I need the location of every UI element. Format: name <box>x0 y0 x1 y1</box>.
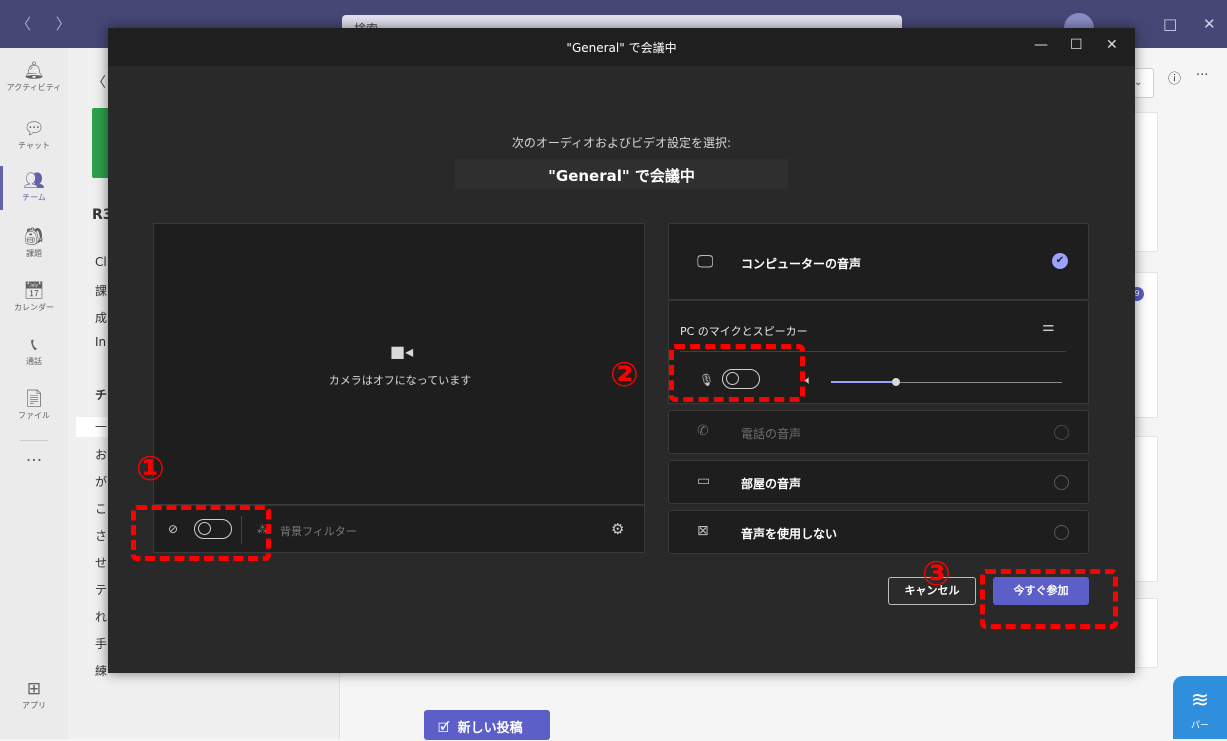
volume-thumb[interactable] <box>891 378 900 386</box>
minimize-icon[interactable]: — <box>1034 37 1048 53</box>
rail-label-apps: アプリ <box>22 701 46 710</box>
audio-option-label: コンピューターの音声 <box>741 257 862 271</box>
annotation-box-join <box>980 569 1118 629</box>
close-window-icon[interactable]: ✕ <box>1203 15 1216 33</box>
file-icon: 📄︎ <box>23 389 45 409</box>
rail-item-apps[interactable]: ⊞ アプリ <box>0 674 68 732</box>
camera-off-message: カメラはオフになっています <box>328 374 472 387</box>
rail-item-assignments[interactable]: 🎒︎ 課題 <box>0 222 68 280</box>
channel-list-item[interactable]: こ <box>95 500 107 517</box>
audio-option-radio[interactable] <box>1054 525 1069 540</box>
assignments-icon: 🎒︎ <box>23 227 45 247</box>
teams-icon: 👥︎ <box>23 171 45 191</box>
camera-off-icon: ■◂ <box>390 342 414 361</box>
volume-slider[interactable] <box>831 378 1062 386</box>
new-post-label: 新しい投稿 <box>457 721 523 736</box>
dialog-title-bar: "General" で会議中 — ☐ ✕ <box>108 28 1135 66</box>
audio-option-room[interactable]: ▭ 部屋の音声 <box>668 460 1089 504</box>
audio-option-label: 音声を使用しない <box>741 527 838 541</box>
wave-icon: ≋ <box>1190 688 1210 713</box>
audio-option-computer[interactable]: 🖵 コンピューターの音声 ✔ <box>668 223 1089 300</box>
rail-item-activity[interactable]: 🔔︎ アクティビティ <box>0 56 68 114</box>
rail-item-chat[interactable]: 💬︎ チャット <box>0 114 68 172</box>
background-filter-button[interactable]: 背景フィルター <box>280 523 357 539</box>
channel-list-item[interactable]: れ <box>95 608 107 625</box>
rail-item-calendar[interactable]: 📅︎ カレンダー <box>0 276 68 334</box>
bell-icon: 🔔︎ <box>23 61 45 81</box>
channel-list-item[interactable]: せ <box>95 554 107 571</box>
meeting-title-box: "General" で会議中 <box>455 159 788 189</box>
rail-label-chat: チャット <box>18 141 50 150</box>
no-audio-icon: ⊠ <box>697 523 709 539</box>
more-options-icon[interactable]: ··· <box>1196 68 1208 83</box>
channel-list-item[interactable]: が <box>95 473 107 490</box>
more-icon: ··· <box>25 451 43 471</box>
sliders-adjust-icon[interactable]: ⚌ <box>1042 319 1055 335</box>
channel-list-item[interactable]: お <box>95 446 107 463</box>
channel-list-item[interactable]: 手 <box>95 635 107 652</box>
rail-label-activity: アクティビティ <box>6 83 62 92</box>
channel-peek[interactable]: 成 <box>95 309 107 326</box>
phone-icon: 📞︎ <box>31 335 37 355</box>
phone-audio-icon: ✆ <box>697 423 709 439</box>
corner-widget[interactable]: ≋ パー <box>1173 676 1227 739</box>
channel-list-item[interactable]: — <box>95 419 107 433</box>
history-nav-arrows[interactable]: 〈 〉 <box>16 13 81 34</box>
info-icon[interactable]: ⓘ <box>1168 68 1181 87</box>
rail-item-more[interactable]: ··· <box>0 446 68 504</box>
dialog-title: "General" で会議中 <box>566 41 677 55</box>
back-arrow-icon[interactable]: 〈 <box>92 72 106 92</box>
audio-option-label: 電話の音声 <box>741 427 802 441</box>
new-post-button[interactable]: 🗹 新しい投稿 <box>424 710 550 740</box>
rail-item-files[interactable]: 📄︎ ファイル <box>0 384 68 442</box>
audio-option-none[interactable]: ⊠ 音声を使用しない <box>668 510 1089 554</box>
annotation-box-camera <box>131 505 271 561</box>
rail-label-files: ファイル <box>18 411 50 420</box>
speaker-icon: 🔈︎ <box>805 373 813 387</box>
audio-option-phone: ✆ 電話の音声 <box>668 410 1089 454</box>
maximize-icon[interactable]: ☐ <box>1070 37 1083 53</box>
settings-prompt: 次のオーディオおよびビデオ設定を選択: <box>511 136 732 150</box>
annotation-box-mic <box>669 344 805 402</box>
meeting-title: "General" で会議中 <box>548 167 695 185</box>
rail-label-teams: チーム <box>22 193 46 202</box>
channel-peek[interactable]: Cl <box>95 255 107 269</box>
audio-option-radio[interactable] <box>1054 475 1069 490</box>
rail-label-calls: 通話 <box>26 357 42 366</box>
video-preview: ■◂ カメラはオフになっています <box>153 223 645 505</box>
calendar-icon: 📅︎ <box>23 281 45 301</box>
channel-list-item[interactable]: さ <box>95 527 107 544</box>
apps-icon: ⊞ <box>26 679 42 699</box>
corner-widget-label: パー <box>1190 721 1209 731</box>
annotation-number-1: ① <box>136 449 165 489</box>
rail-item-teams[interactable]: 👥︎ チーム <box>0 166 68 224</box>
chat-icon: 💬︎ <box>23 119 45 139</box>
restore-window-icon[interactable]: □ <box>1163 15 1177 33</box>
channel-peek[interactable]: In <box>95 335 106 349</box>
channel-peek[interactable]: 課 <box>95 282 107 299</box>
annotation-number-3: ③ <box>922 554 951 594</box>
rail-label-assignments: 課題 <box>26 249 42 258</box>
device-settings-gear-icon[interactable]: ⚙ <box>611 520 624 538</box>
annotation-number-2: ② <box>610 355 639 395</box>
close-icon[interactable]: ✕ <box>1106 37 1118 53</box>
channel-list-item[interactable]: テ <box>95 581 107 598</box>
rail-label-calendar: カレンダー <box>14 303 54 312</box>
monitor-speaker-icon: 🖵 <box>697 252 714 272</box>
selected-check-icon: ✔ <box>1052 253 1068 269</box>
rail-item-calls[interactable]: 📞︎ 通話 <box>0 330 68 388</box>
audio-option-radio <box>1054 425 1069 440</box>
channel-list-item[interactable]: 練 <box>95 662 107 679</box>
pc-device-label: PC のマイクとスピーカー <box>680 325 808 338</box>
rail-divider <box>20 440 48 441</box>
room-audio-icon: ▭ <box>697 473 711 489</box>
compose-icon: 🗹 <box>438 721 450 736</box>
audio-option-label: 部屋の音声 <box>741 477 802 491</box>
volume-fill <box>831 381 896 383</box>
